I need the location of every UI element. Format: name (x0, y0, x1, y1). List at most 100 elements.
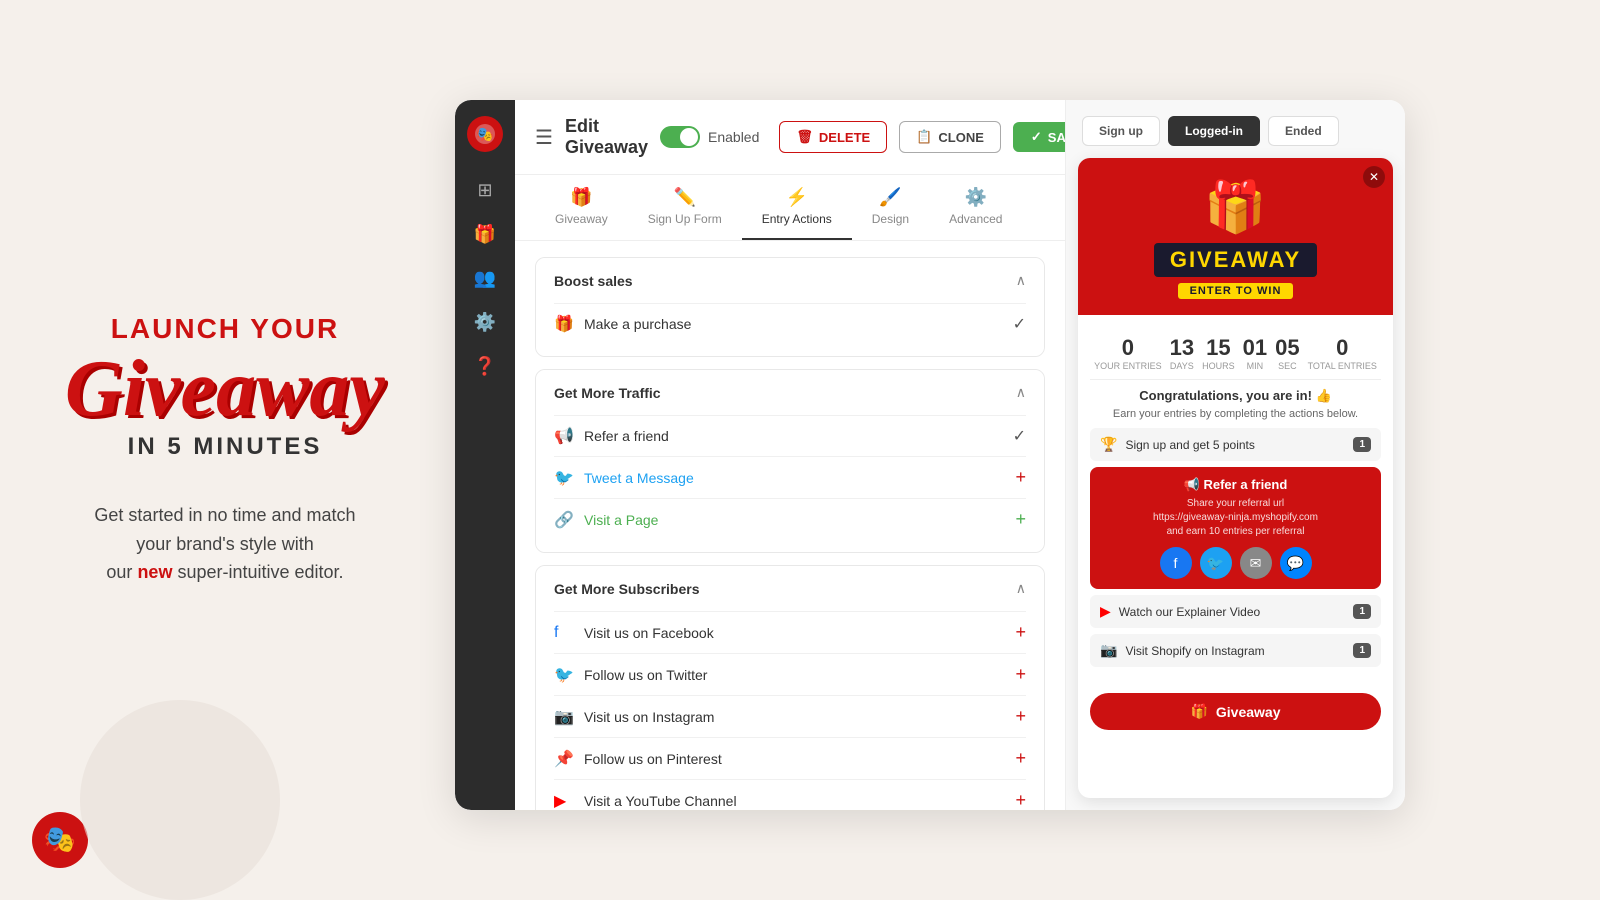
signup-preview-tab[interactable]: Sign up (1082, 116, 1160, 146)
youtube-plus[interactable]: + (1015, 790, 1026, 810)
explainer-label: Watch our Explainer Video (1119, 605, 1346, 619)
svg-text:🎭: 🎭 (44, 824, 76, 854)
countdown-row: 0 Your entries 13 DAYS 15 HOURS 01 MIN (1090, 327, 1381, 380)
more-subscribers-title: Get More Subscribers (554, 581, 700, 597)
menu-icon[interactable]: ☰ (535, 125, 553, 150)
purchase-label: Make a purchase (584, 316, 1003, 332)
boost-sales-header[interactable]: Boost sales ∧ (536, 258, 1044, 303)
sidebar-item-dashboard[interactable]: ⊞ (467, 172, 503, 208)
instagram-shopify-label: Visit Shopify on Instagram (1125, 644, 1345, 658)
signup-tab-icon: ✏️ (673, 187, 695, 208)
tab-bar: 🎁 Giveaway ✏️ Sign Up Form ⚡ Entry Actio… (515, 175, 1065, 241)
visit-page-plus[interactable]: + (1015, 509, 1026, 530)
widget-enter-to-win: ENTER TO WIN (1178, 283, 1294, 299)
email-share-button[interactable]: ✉ (1240, 547, 1272, 579)
instagram-action-row[interactable]: 📷 Visit Shopify on Instagram 1 (1090, 634, 1381, 667)
boost-sales-body: 🎁 Make a purchase ✓ (536, 303, 1044, 356)
message-share-button[interactable]: 💬 (1280, 547, 1312, 579)
list-item[interactable]: ▶ Visit a YouTube Channel + (554, 779, 1026, 810)
tab-giveaway[interactable]: 🎁 Giveaway (535, 175, 628, 240)
giveaway-footer-button[interactable]: 🎁 Giveaway (1090, 693, 1381, 730)
in-5-minutes: IN 5 MINUTES (128, 433, 323, 461)
sidebar-logo: 🎭 (467, 116, 503, 152)
signup-action-row[interactable]: 🏆 Sign up and get 5 points 1 (1090, 428, 1381, 461)
giveaway-tab-label: Giveaway (555, 212, 608, 226)
sec-num: 05 (1275, 335, 1299, 361)
gift-icon: 🎁 (1204, 178, 1266, 237)
tab-design[interactable]: 🖌️ Design (852, 175, 929, 240)
boost-sales-section: Boost sales ∧ 🎁 Make a purchase ✓ (535, 257, 1045, 357)
twitter-share-button[interactable]: 🐦 (1200, 547, 1232, 579)
tab-signup[interactable]: ✏️ Sign Up Form (628, 175, 742, 240)
delete-button[interactable]: 🗑 DELETE (779, 121, 887, 153)
tweet-plus[interactable]: + (1015, 467, 1026, 488)
boost-sales-chevron: ∧ (1016, 272, 1026, 289)
sidebar-item-users[interactable]: 👥 (467, 260, 503, 296)
your-entries-label: Your entries (1094, 361, 1162, 371)
list-item[interactable]: 🔗 Visit a Page + (554, 498, 1026, 540)
visit-page-label: Visit a Page (584, 512, 1005, 528)
list-item[interactable]: 📌 Follow us on Pinterest + (554, 737, 1026, 779)
svg-text:🎭: 🎭 (476, 126, 493, 142)
delete-icon: 🗑 (796, 129, 813, 145)
more-subscribers-header[interactable]: Get More Subscribers ∧ (536, 566, 1044, 611)
widget-close-button[interactable]: ✕ (1363, 166, 1385, 188)
trophy-icon: 🏆 (1100, 436, 1117, 453)
design-tab-icon: 🖌️ (879, 187, 901, 208)
sec-label: SEC (1275, 361, 1299, 371)
sidebar-item-help[interactable]: ❓ (467, 348, 503, 384)
ended-preview-tab[interactable]: Ended (1268, 116, 1339, 146)
pinterest-plus[interactable]: + (1015, 748, 1026, 769)
twitter-follow-plus[interactable]: + (1015, 664, 1026, 685)
preview-panel: Sign up Logged-in Ended ✕ 🎁 GIVEAWAY ENT… (1065, 100, 1405, 810)
list-item[interactable]: 🐦 Tweet a Message + (554, 456, 1026, 498)
your-entries-num: 0 (1094, 335, 1162, 361)
gift-footer-icon: 🎁 (1190, 703, 1207, 720)
entry-tab-icon: ⚡ (786, 187, 808, 208)
boost-sales-title: Boost sales (554, 273, 633, 289)
hours-label: HOURS (1202, 361, 1235, 371)
giveaway-script: Giveaway (65, 349, 385, 429)
header: ☰ Edit Giveaway Enabled 🗑 DELETE 📋 CLONE… (515, 100, 1065, 175)
total-label: Total entries (1308, 361, 1377, 371)
more-subscribers-chevron: ∧ (1016, 580, 1026, 597)
design-tab-label: Design (872, 212, 909, 226)
clone-button[interactable]: 📋 CLONE (899, 121, 1001, 153)
sidebar-item-settings[interactable]: ⚙️ (467, 304, 503, 340)
loggedin-preview-tab[interactable]: Logged-in (1168, 116, 1260, 146)
twitter-follow-label: Follow us on Twitter (584, 667, 1005, 683)
sidebar-item-giveaway[interactable]: 🎁 (467, 216, 503, 252)
tweet-icon: 🐦 (554, 468, 574, 488)
tab-advanced[interactable]: ⚙️ Advanced (929, 175, 1022, 240)
list-item[interactable]: 📷 Visit us on Instagram + (554, 695, 1026, 737)
tab-entry-actions[interactable]: ⚡ Entry Actions (742, 175, 852, 240)
explainer-action-row[interactable]: ▶ Watch our Explainer Video 1 (1090, 595, 1381, 628)
tagline: Get started in no time and match your br… (94, 501, 355, 587)
save-button[interactable]: ✓ SAVE (1013, 122, 1065, 152)
widget-header: ✕ 🎁 GIVEAWAY ENTER TO WIN (1078, 158, 1393, 315)
tweet-label: Tweet a Message (584, 470, 1005, 486)
visit-page-icon: 🔗 (554, 510, 574, 530)
instagram-plus[interactable]: + (1015, 706, 1026, 727)
refer-title: 📢 Refer a friend (1100, 477, 1371, 493)
toggle-switch[interactable] (660, 126, 700, 148)
min-count: 01 MIN (1243, 335, 1267, 371)
days-label: DAYS (1170, 361, 1194, 371)
list-item[interactable]: 🐦 Follow us on Twitter + (554, 653, 1026, 695)
more-traffic-section: Get More Traffic ∧ 📢 Refer a friend ✓ 🐦 … (535, 369, 1045, 553)
enabled-toggle[interactable]: Enabled (660, 126, 759, 148)
facebook-share-button[interactable]: f (1160, 547, 1192, 579)
more-traffic-body: 📢 Refer a friend ✓ 🐦 Tweet a Message + 🔗… (536, 415, 1044, 552)
earn-text: Earn your entries by completing the acti… (1090, 408, 1381, 420)
advanced-tab-icon: ⚙️ (965, 187, 987, 208)
facebook-label: Visit us on Facebook (584, 625, 1005, 641)
min-label: MIN (1243, 361, 1267, 371)
actions-area: Boost sales ∧ 🎁 Make a purchase ✓ Get Mo… (515, 241, 1065, 810)
twitter-follow-icon: 🐦 (554, 665, 574, 685)
social-row: f 🐦 ✉ 💬 (1100, 547, 1371, 579)
facebook-plus[interactable]: + (1015, 622, 1026, 643)
more-traffic-header[interactable]: Get More Traffic ∧ (536, 370, 1044, 415)
list-item[interactable]: f Visit us on Facebook + (554, 611, 1026, 653)
widget-body: 0 Your entries 13 DAYS 15 HOURS 01 MIN (1078, 315, 1393, 685)
preview-widget: ✕ 🎁 GIVEAWAY ENTER TO WIN 0 Your entries (1078, 158, 1393, 798)
